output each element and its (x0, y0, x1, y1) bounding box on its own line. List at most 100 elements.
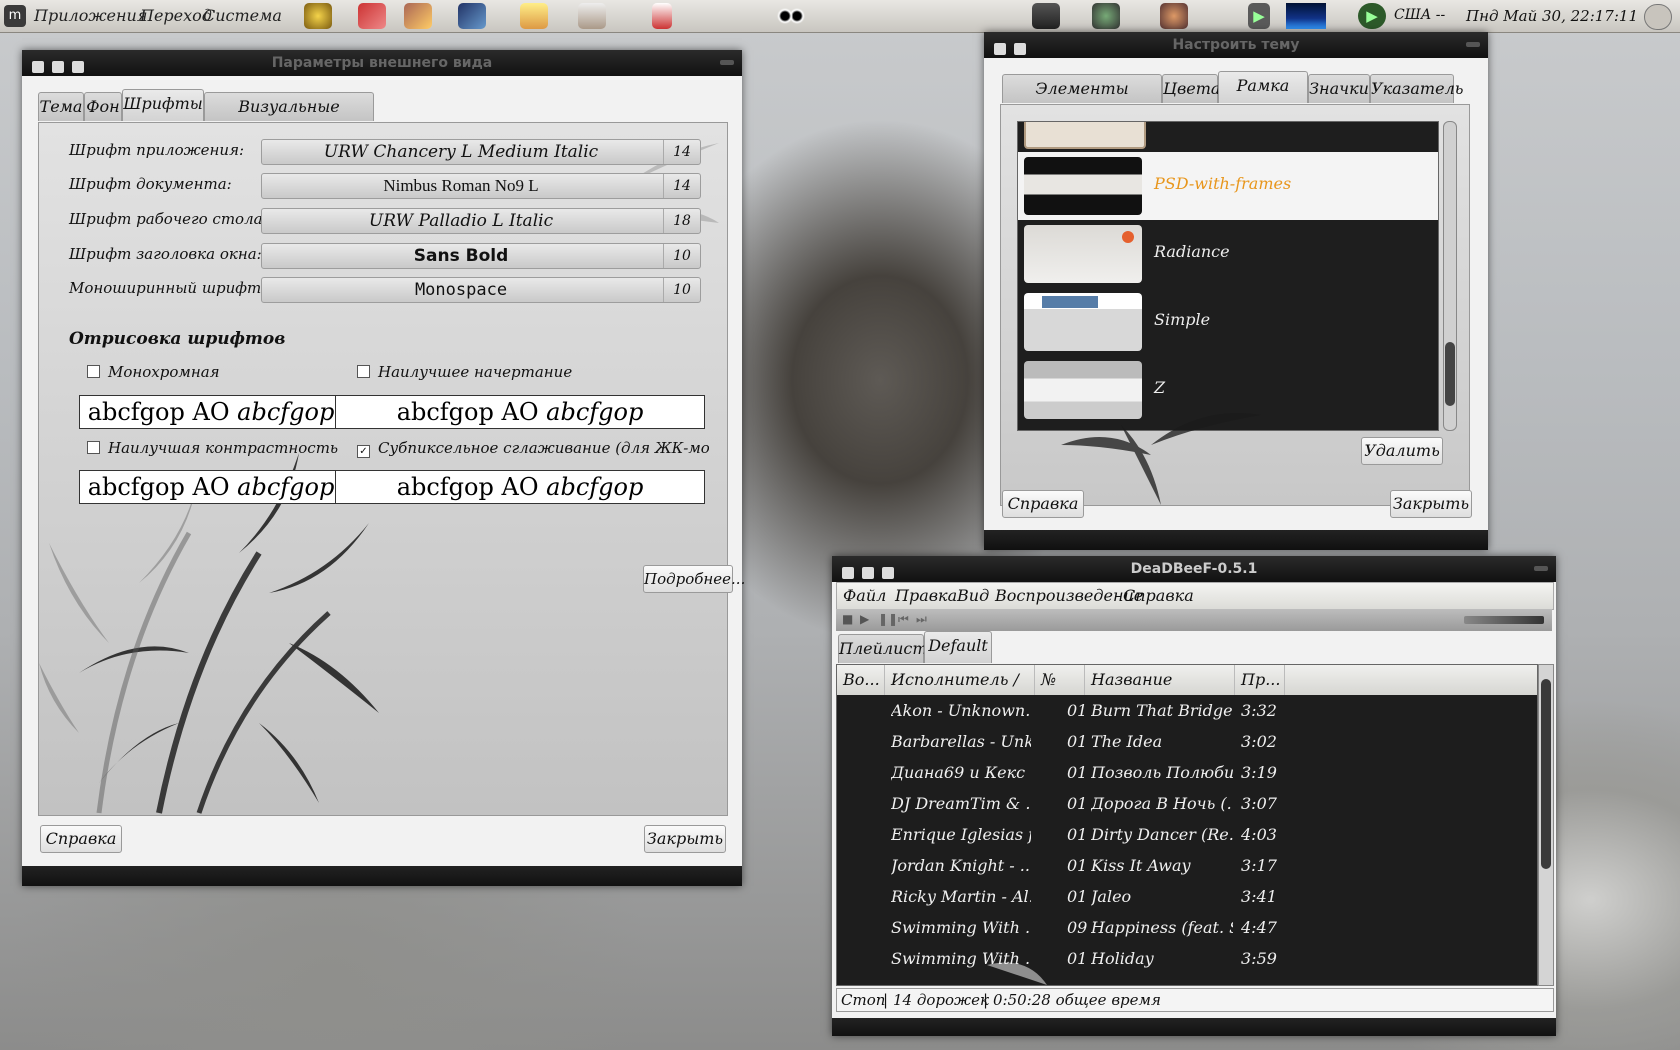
theme-list[interactable]: PSD-with-frames Radiance Simple Z (1017, 121, 1439, 431)
menu-applications[interactable]: Приложения (34, 6, 147, 25)
close-button[interactable]: Закрыть (1390, 490, 1472, 518)
help-button[interactable]: Справка (1002, 490, 1084, 518)
menu-playback[interactable]: Воспроизведение (995, 586, 1143, 605)
launcher-firefox-icon[interactable] (304, 3, 332, 29)
keyboard-indicator-icon[interactable]: ▶ (1358, 3, 1386, 29)
pause-icon[interactable]: ❚❚ (878, 612, 898, 626)
keyboard-layout[interactable]: США -- (1394, 7, 1445, 23)
theme-item-psd-with-frames[interactable]: PSD-with-frames (1018, 152, 1438, 220)
track-row[interactable]: Akon - Unknown... 01 Burn That Bridge 3:32 (837, 695, 1537, 726)
theme-item-radiance[interactable]: Radiance (1018, 220, 1438, 288)
applet-icon[interactable] (1160, 3, 1188, 29)
font-button-document[interactable]: Nimbus Roman No9 L 14 (261, 173, 701, 199)
scrollbar-thumb[interactable] (1541, 679, 1551, 869)
titlebar[interactable]: Настроить тему (984, 32, 1488, 58)
xeyes-icon[interactable] (776, 3, 806, 29)
theme-item-z[interactable]: Z (1018, 356, 1438, 424)
play-icon[interactable]: ▶ (860, 612, 869, 626)
option-subpixel[interactable]: ✓ Субпиксельное сглаживание (для ЖК-монит… (357, 439, 709, 458)
menu-places[interactable]: Переход (140, 6, 212, 25)
checkbox[interactable] (87, 365, 100, 378)
column-title[interactable]: Название (1085, 665, 1235, 695)
launcher-guitar-icon[interactable] (358, 3, 386, 29)
shade-icon[interactable] (1466, 42, 1480, 47)
shutdown-icon[interactable] (1644, 4, 1672, 30)
option-best-shapes[interactable]: Наилучшее начертание (357, 363, 572, 381)
menu-file[interactable]: Файл (843, 586, 886, 605)
tab-fonts[interactable]: Шрифты (122, 89, 204, 121)
playlist-scrollbar[interactable] (1538, 664, 1554, 986)
shade-icon[interactable] (720, 60, 734, 65)
menu-edit[interactable]: Правка (895, 586, 957, 605)
track-row[interactable]: Ricky Martin - Al... 01 Jaleo 3:41 (837, 881, 1537, 912)
tab-playlist[interactable]: Плейлист (838, 634, 928, 663)
clock[interactable]: Пнд Май 30, 22:17:11 (1466, 7, 1638, 25)
menu-view[interactable]: Вид (957, 586, 989, 605)
playlist[interactable]: Во... Исполнитель / ... № Название Пр...… (836, 664, 1538, 986)
font-button-monospace[interactable]: Monospace 10 (261, 277, 701, 303)
menu-system[interactable]: Система (203, 6, 282, 25)
maximize-window-icon[interactable] (1014, 43, 1026, 55)
tab-pointer[interactable]: Указатель (1370, 74, 1463, 103)
track-row[interactable]: Enrique Iglesias fe... 01Dirty Dancer (Re… (837, 819, 1537, 850)
delete-button[interactable]: Удалить (1361, 437, 1443, 465)
titlebar[interactable]: DeaDBeeF-0.5.1 (832, 556, 1556, 582)
tab-icons[interactable]: Значки (1308, 74, 1370, 103)
system-monitor-icon[interactable] (1286, 3, 1326, 29)
close-window-icon[interactable] (32, 61, 44, 73)
track-row[interactable]: DJ DreamTim & ... 01 Дорога В Ночь (... 3:0… (837, 788, 1537, 819)
next-icon[interactable]: ⏭ (916, 612, 927, 627)
launcher-scanner-icon[interactable] (458, 3, 486, 29)
checkbox[interactable] (87, 441, 100, 454)
column-number[interactable]: № (1035, 665, 1085, 695)
theme-item-simple[interactable]: Simple (1018, 288, 1438, 356)
track-row[interactable]: Barbarellas - Unk... 01The Idea 3:02 (837, 726, 1537, 757)
minimize-window-icon[interactable] (882, 567, 894, 579)
option-monochrome[interactable]: Монохромная (87, 363, 220, 381)
checkbox[interactable] (357, 365, 370, 378)
tab-default[interactable]: Default (924, 631, 992, 663)
details-button[interactable]: Подробнее... (643, 565, 745, 593)
scrollbar-thumb[interactable] (1445, 342, 1455, 406)
tab-controls[interactable]: Элементы управления (1002, 74, 1162, 126)
track-row[interactable]: Jordan Knight - ... 01 Kiss It Away 3:17 (837, 850, 1537, 881)
play-icon[interactable]: ▶ (1248, 3, 1270, 29)
menu-help[interactable]: Справка (1123, 586, 1194, 605)
help-button[interactable]: Справка (40, 825, 122, 853)
launcher-image-viewer-icon[interactable] (404, 3, 432, 29)
tab-colors[interactable]: Цвета (1162, 74, 1220, 103)
column-duration[interactable]: Пр... (1235, 665, 1285, 695)
tab-window-border[interactable]: Рамка окна (1218, 71, 1308, 123)
close-button[interactable]: Закрыть (644, 825, 726, 853)
theme-list-scrollbar[interactable] (1443, 121, 1457, 431)
mint-menu-icon[interactable]: m (4, 5, 26, 27)
network-icon[interactable] (1092, 3, 1120, 29)
close-window-icon[interactable] (994, 43, 1006, 55)
maximize-window-icon[interactable] (52, 61, 64, 73)
theme-item-partial[interactable] (1018, 122, 1438, 150)
option-best-contrast[interactable]: Наилучшая контрастность (87, 439, 338, 457)
camera-icon[interactable] (1032, 3, 1060, 29)
launcher-package-icon[interactable] (578, 3, 606, 29)
tab-theme[interactable]: Тема (38, 92, 84, 121)
track-row[interactable]: Swimming With ... 01 Holiday 3:59 (837, 943, 1537, 974)
column-playing[interactable]: Во... (837, 665, 885, 695)
tab-visual-effects[interactable]: Визуальные эффекты (204, 92, 374, 144)
checkbox-checked[interactable]: ✓ (357, 445, 370, 458)
font-button-window-title[interactable]: Sans Bold 10 (261, 243, 701, 269)
font-button-desktop[interactable]: URW Palladio L Italic 18 (261, 208, 701, 234)
previous-icon[interactable]: ⏮ (898, 612, 909, 627)
tab-background[interactable]: Фон (84, 92, 122, 121)
close-window-icon[interactable] (842, 567, 854, 579)
launcher-shield-icon[interactable] (652, 3, 672, 29)
track-row[interactable]: Swimming With ... 09Happiness (feat. S...… (837, 912, 1537, 943)
column-artist[interactable]: Исполнитель / ... (885, 665, 1035, 719)
font-button-application[interactable]: URW Chancery L Medium Italic 14 (261, 139, 701, 165)
launcher-folder-icon[interactable] (520, 3, 548, 29)
stop-icon[interactable]: ■ (842, 612, 853, 626)
titlebar[interactable]: Параметры внешнего вида (22, 50, 742, 76)
volume-slider[interactable] (1464, 616, 1544, 624)
shade-icon[interactable] (1534, 566, 1548, 571)
track-row[interactable]: Диана69 и Кекс ... 01Позволь Полюбить 3:19 (837, 757, 1537, 788)
minimize-window-icon[interactable] (72, 61, 84, 73)
